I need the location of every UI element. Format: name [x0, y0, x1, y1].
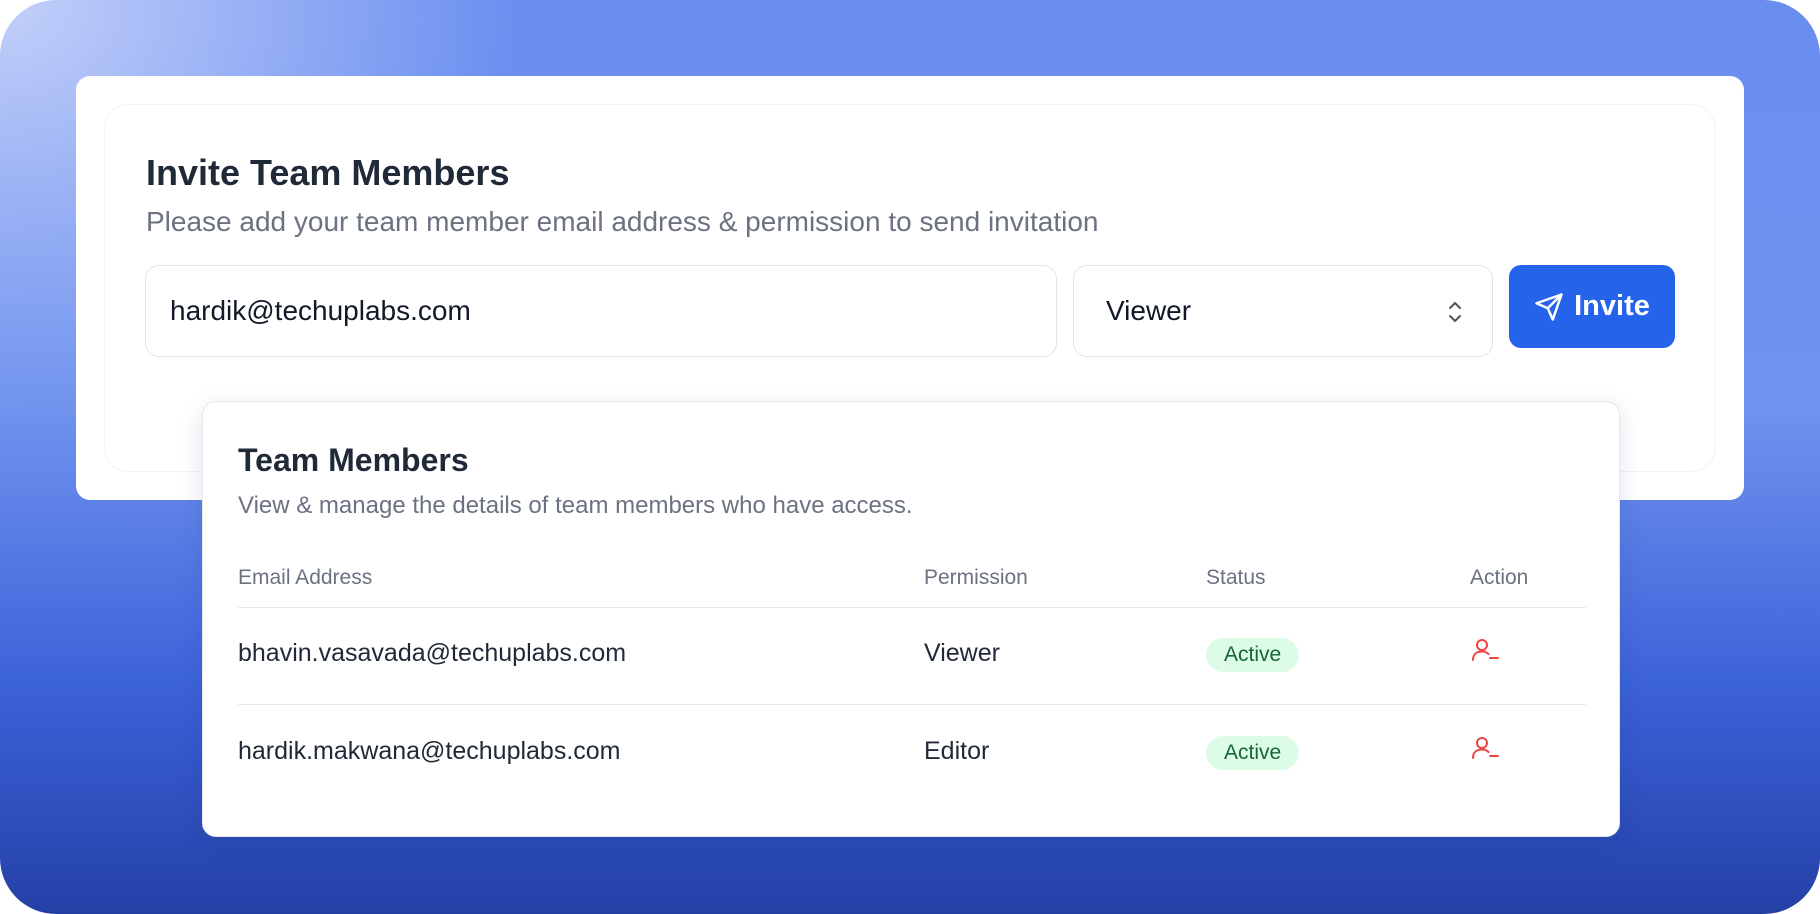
permission-select[interactable]: Viewer [1073, 265, 1493, 357]
invite-button[interactable]: Invite [1509, 265, 1675, 348]
invite-title: Invite Team Members [146, 152, 510, 193]
column-header-action: Action [1470, 566, 1529, 589]
members-title: Team Members [238, 442, 469, 478]
chevron-up-down-icon [1449, 302, 1461, 322]
background: Invite Team Members Please add your team… [0, 0, 1820, 914]
user-remove-icon[interactable] [1470, 636, 1500, 666]
member-email: bhavin.vasavada@techuplabs.com [238, 639, 627, 667]
invite-subtitle: Please add your team member email addres… [146, 206, 1099, 237]
member-permission: Editor [924, 737, 990, 765]
table-divider [238, 607, 1586, 608]
table-divider [238, 704, 1586, 705]
members-subtitle: View & manage the details of team member… [238, 492, 913, 519]
user-remove-icon[interactable] [1470, 734, 1500, 764]
status-badge: Active [1206, 638, 1300, 672]
invite-button-label: Invite [1574, 290, 1650, 322]
column-header-email: Email Address [238, 566, 373, 589]
team-members-card: Team Members View & manage the details o… [202, 401, 1620, 837]
send-icon [1535, 292, 1563, 321]
member-email: hardik.makwana@techuplabs.com [238, 737, 621, 765]
column-header-status: Status [1206, 566, 1266, 589]
member-permission: Viewer [924, 639, 1000, 667]
email-input[interactable] [145, 265, 1057, 357]
column-header-permission: Permission [924, 566, 1028, 589]
status-badge: Active [1206, 736, 1300, 770]
permission-select-value: Viewer [1106, 295, 1192, 326]
